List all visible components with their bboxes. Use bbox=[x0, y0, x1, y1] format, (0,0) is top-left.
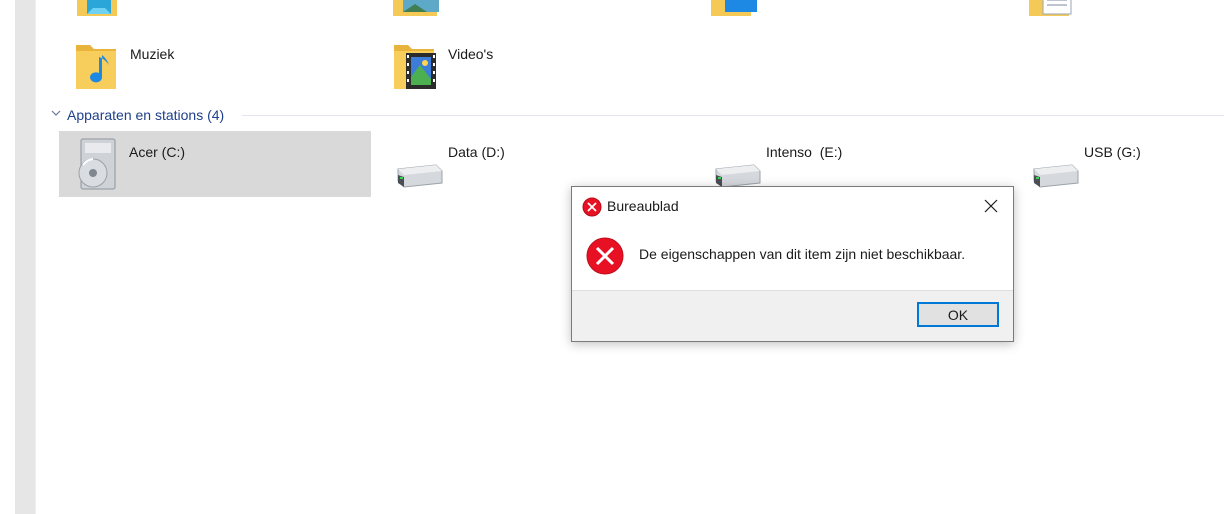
drive-label: USB (G:) bbox=[1084, 144, 1141, 160]
drive-item-c[interactable]: Acer (C:) bbox=[59, 131, 371, 197]
error-dialog: Bureaublad De eigenschappen van dit item… bbox=[571, 186, 1014, 342]
close-icon bbox=[984, 199, 998, 213]
chevron-down-icon[interactable] bbox=[50, 106, 62, 118]
group-header-devices[interactable]: Apparaten en stations (4) bbox=[46, 105, 1224, 125]
drive-label: Intenso (E:) bbox=[766, 144, 843, 160]
group-divider bbox=[242, 115, 1224, 116]
dialog-message: De eigenschappen van dit item zijn niet … bbox=[639, 246, 966, 262]
navigation-pane bbox=[0, 0, 15, 514]
dialog-footer: OK bbox=[572, 290, 1013, 341]
hard-drive-icon bbox=[390, 155, 443, 213]
ok-button[interactable]: OK bbox=[917, 302, 999, 327]
desktop-folder-icon[interactable] bbox=[709, 0, 761, 22]
documents-folder-icon[interactable] bbox=[1027, 0, 1079, 22]
drive-item-g[interactable]: USB (G:) bbox=[1014, 131, 1224, 197]
music-folder-icon bbox=[72, 37, 124, 95]
folder-item-music[interactable]: Muziek bbox=[60, 33, 372, 99]
folder-label: Video's bbox=[448, 46, 494, 62]
group-header-label: Apparaten en stations (4) bbox=[67, 107, 225, 123]
close-button[interactable] bbox=[969, 187, 1013, 225]
dialog-titlebar[interactable]: Bureaublad bbox=[572, 187, 1013, 225]
dialog-title: Bureaublad bbox=[607, 198, 679, 214]
pictures-folder-icon[interactable] bbox=[391, 0, 443, 22]
folder-label: Muziek bbox=[130, 46, 175, 62]
hard-drive-icon bbox=[1026, 155, 1079, 213]
pane-divider[interactable] bbox=[35, 0, 36, 514]
folder-item-videos[interactable]: Video's bbox=[378, 33, 690, 99]
error-icon bbox=[582, 197, 602, 217]
error-icon bbox=[586, 237, 624, 275]
3d-objects-folder-icon[interactable] bbox=[73, 0, 125, 22]
drive-label: Acer (C:) bbox=[129, 144, 185, 160]
videos-folder-icon bbox=[390, 37, 442, 95]
drive-label: Data (D:) bbox=[448, 144, 505, 160]
navigation-pane-scrollbar[interactable] bbox=[15, 0, 35, 514]
system-drive-icon bbox=[71, 135, 123, 193]
